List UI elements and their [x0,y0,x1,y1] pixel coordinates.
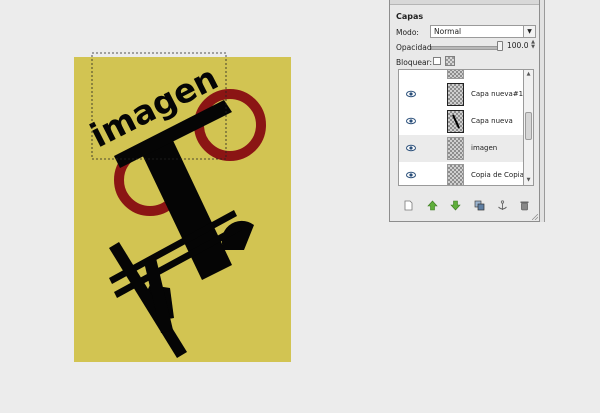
lock-pixels-checkbox[interactable] [433,57,441,65]
scrollbar-thumb[interactable] [525,112,532,140]
image-canvas-area[interactable]: imagen [0,0,388,413]
lock-label: Bloquear: [396,58,433,67]
dock-title: Capas [396,12,424,21]
new-layer-icon[interactable] [403,200,414,211]
anchor-layer-icon[interactable] [497,200,508,211]
lock-alpha-icon[interactable] [445,56,455,66]
layer-name: Capa nueva#1 [471,90,524,98]
eye-icon[interactable] [406,90,416,98]
raise-layer-icon[interactable] [427,200,438,211]
duplicate-layer-icon[interactable] [474,200,485,211]
scroll-up-icon[interactable]: ▲ [524,70,533,79]
layer-name: imagen [471,144,498,152]
stroke-thumbnail-icon [452,114,460,129]
layer-row[interactable]: Capa nueva [399,108,523,135]
scroll-down-icon[interactable]: ▼ [524,176,533,185]
layer-row[interactable]: Copia de Copia de [399,162,524,185]
layer-row-partial[interactable] [399,70,523,81]
layer-list[interactable]: Capa nueva#1 Capa nueva imagen Copia de … [398,69,524,186]
dock-scrollbar[interactable] [540,0,545,222]
layer-row-selected[interactable]: imagen [399,135,523,162]
opacity-spinner[interactable]: ▲ ▼ [530,40,536,51]
lower-layer-icon[interactable] [450,200,461,211]
layer-list-scrollbar[interactable]: ▲ ▼ [523,69,534,186]
layer-thumbnail [447,83,464,106]
layer-thumbnail [447,164,464,185]
opacity-label: Opacidad: [396,43,435,52]
chevron-down-icon[interactable]: ▼ [523,26,535,37]
layer-name: Copia de Copia de [471,171,524,179]
opacity-slider-handle[interactable] [497,41,503,51]
mode-label: Modo: [396,28,419,37]
opacity-value[interactable]: 100.0 [507,41,528,50]
eye-icon[interactable] [406,171,416,179]
eye-icon[interactable] [406,144,416,152]
layer-row[interactable]: Capa nueva#1 [399,81,523,108]
layer-thumbnail [447,70,464,79]
opacity-slider-track[interactable] [431,46,503,50]
layer-thumbnail [447,137,464,160]
delete-layer-icon[interactable] [519,200,530,211]
layer-thumbnail [447,110,464,133]
resize-grip-icon[interactable] [532,214,538,220]
mode-value: Normal [434,27,462,36]
eye-icon[interactable] [406,117,416,125]
mode-select[interactable]: Normal ▼ [430,25,536,38]
poster-image[interactable]: imagen [74,0,314,365]
dock-top-strip[interactable] [390,0,539,5]
layer-name: Capa nueva [471,117,513,125]
